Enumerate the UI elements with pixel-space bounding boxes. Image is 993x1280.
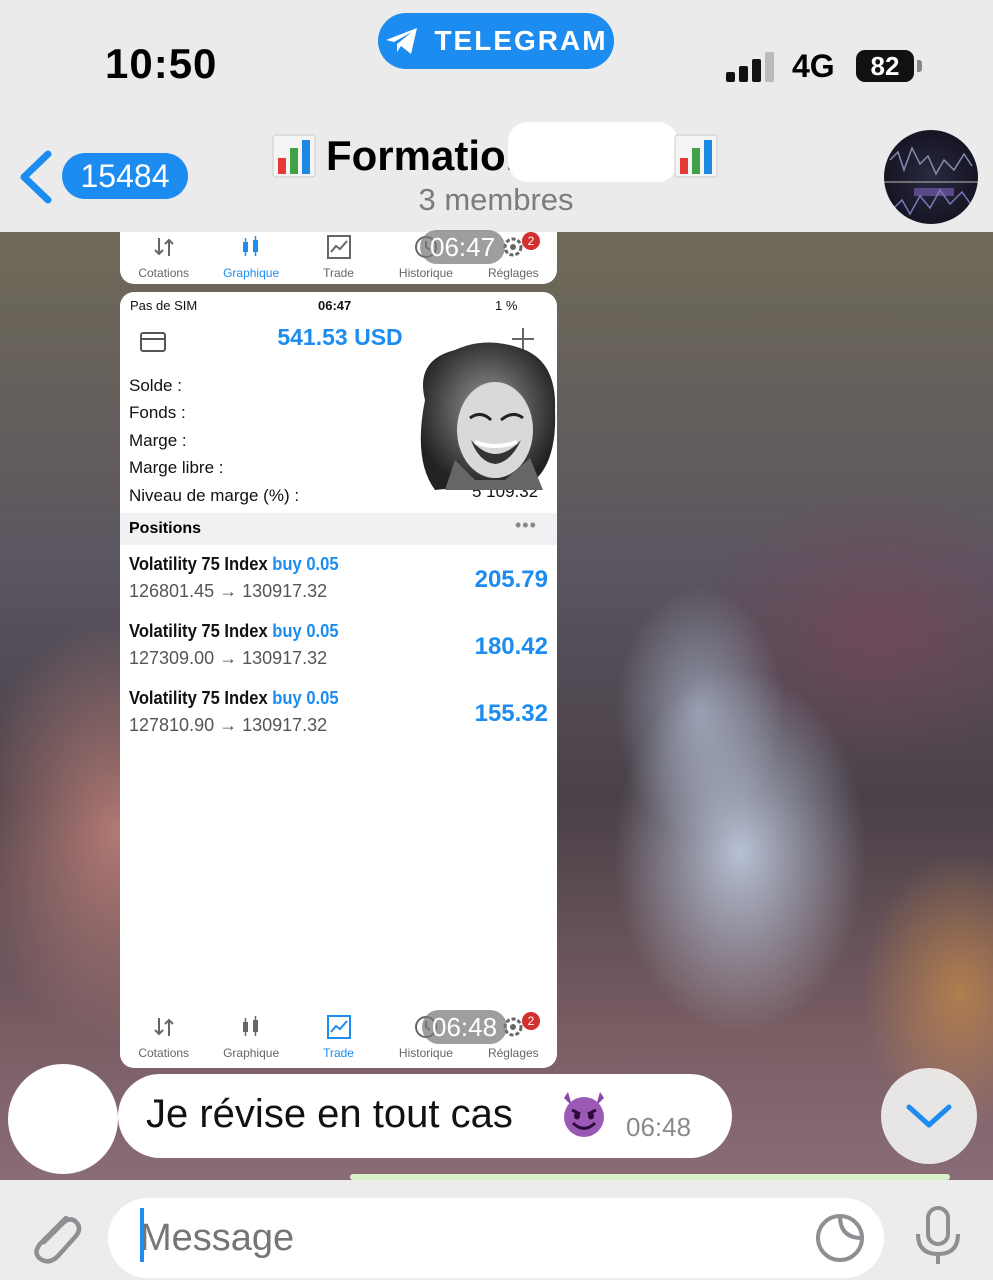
label-fonds: Fonds : (129, 403, 186, 422)
media-time-chip: 06:48 (422, 1010, 508, 1044)
tab-cotations: Cotations (120, 232, 207, 284)
position-prices: 127309.00 → 130917.32 (129, 648, 328, 668)
paperclip-icon[interactable] (26, 1204, 82, 1266)
position-prices: 127810.90 → 130917.32 (129, 715, 328, 735)
telegram-pill-label: TELEGRAM (434, 25, 608, 56)
smiling-devil-emoji-icon (564, 1092, 604, 1137)
candlestick-icon (243, 236, 259, 256)
more-options-icon: ••• (515, 515, 537, 535)
phone-battery: 1 % (495, 298, 518, 313)
notification-badge: 2 (522, 1012, 540, 1030)
trade-chart-icon (326, 235, 351, 259)
position-symbol: Volatility 75 Index (129, 688, 268, 708)
battery-tip (917, 60, 922, 72)
position-profit: 205.79 (474, 566, 548, 593)
wallet-card-icon (140, 332, 166, 352)
microphone-icon[interactable] (912, 1204, 964, 1268)
tab-graphique: Graphique (207, 232, 294, 284)
battery-indicator: 82 (856, 50, 914, 82)
trading-screenshot-image[interactable]: Pas de SIM 06:47 1 % 541.53 USD Solde : … (120, 292, 557, 1068)
tab-cotations: Cotations (120, 1012, 207, 1064)
chart-thumbnail-icon (884, 146, 978, 216)
tab-trade: Trade (295, 1012, 382, 1064)
label-niveau-marge: Niveau de marge (%) : (129, 486, 300, 505)
media-time-chip: 06:47 (420, 230, 506, 264)
back-chevron-icon[interactable] (18, 150, 54, 204)
positions-title: Positions (129, 520, 202, 537)
tab-trade: Trade (295, 232, 382, 284)
redacted-sender-avatar[interactable] (8, 1064, 118, 1174)
label-solde: Solde : (129, 376, 182, 395)
position-side: buy 0.05 (272, 554, 339, 574)
quotes-arrows-icon (153, 1018, 174, 1036)
chevron-down-icon (906, 1104, 952, 1128)
telegram-plane-icon (386, 28, 418, 54)
meme-face-sticker (420, 342, 556, 490)
unread-count-badge[interactable]: 15484 (62, 153, 188, 199)
text-caret (140, 1208, 144, 1262)
candlestick-icon (243, 1016, 259, 1036)
quotes-arrows-icon (153, 238, 174, 256)
message-time: 06:48 (626, 1112, 692, 1142)
position-row: Volatility 75 Index buy 0.05 126801.45 →… (120, 548, 557, 614)
message-text: Je révise en tout cas (146, 1092, 513, 1136)
position-side: buy 0.05 (272, 688, 339, 708)
telegram-return-pill[interactable]: TELEGRAM (378, 13, 614, 69)
phone-time: 06:47 (318, 298, 352, 313)
label-marge: Marge : (129, 431, 187, 450)
position-row: Volatility 75 Index buy 0.05 127309.00 →… (120, 615, 557, 681)
redacted-title-mask (508, 122, 678, 182)
positions-header: Positions ••• (120, 513, 557, 545)
message-input[interactable] (108, 1198, 884, 1278)
status-clock: 10:50 (105, 40, 218, 87)
notification-badge: 2 (522, 232, 540, 250)
label-marge-libre: Marge libre : (129, 458, 224, 477)
bar-chart-emoji-icon (674, 134, 718, 178)
network-type: 4G (792, 48, 835, 84)
tab-graphique: Graphique (207, 1012, 294, 1064)
chat-title: Formation (326, 132, 532, 179)
group-avatar[interactable] (884, 130, 978, 224)
position-symbol: Volatility 75 Index (129, 554, 268, 574)
sticker-icon[interactable] (814, 1212, 866, 1264)
position-profit: 180.42 (474, 633, 548, 660)
phone-carrier: Pas de SIM (130, 298, 198, 313)
cellular-signal-icon (726, 52, 774, 82)
position-symbol: Volatility 75 Index (129, 621, 268, 641)
position-profit: 155.32 (474, 700, 548, 727)
message-bubble[interactable]: Je révise en tout cas 06:48 (118, 1074, 732, 1158)
scroll-to-bottom-button[interactable] (881, 1068, 977, 1164)
account-balance: 541.53 USD (277, 324, 403, 350)
position-prices: 126801.45 → 130917.32 (129, 581, 328, 601)
position-row: Volatility 75 Index buy 0.05 127810.90 →… (120, 682, 557, 748)
previous-screenshot-bottom[interactable]: Cotations Graphique Trade Historique Rég… (120, 230, 557, 284)
trade-chart-icon (326, 1015, 351, 1039)
position-side: buy 0.05 (272, 621, 339, 641)
member-count: 3 membres (418, 182, 574, 217)
bar-chart-emoji-icon (272, 134, 316, 178)
